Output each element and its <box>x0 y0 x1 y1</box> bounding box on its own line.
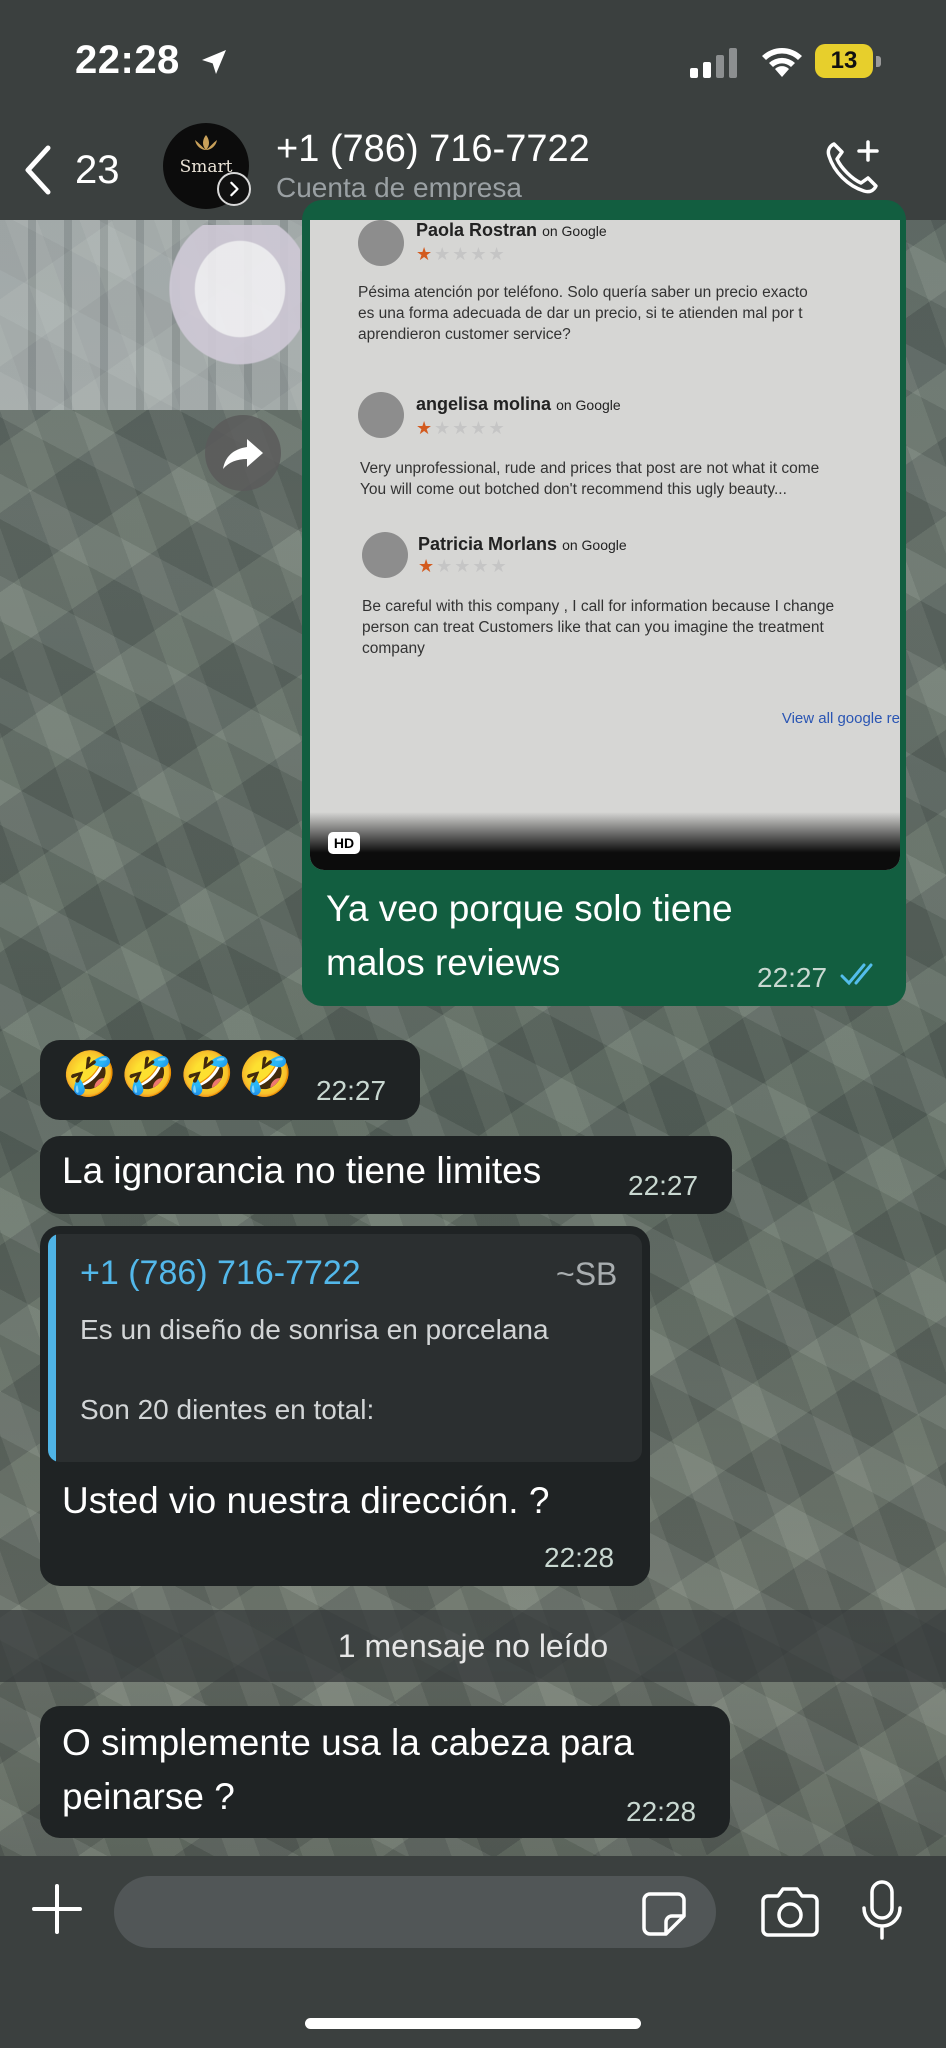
lotus-logo-icon <box>195 135 217 150</box>
camera-icon[interactable] <box>760 1884 820 1938</box>
add-call-icon[interactable] <box>822 138 882 198</box>
wallpaper-flower <box>150 225 300 385</box>
message-input[interactable] <box>114 1876 716 1948</box>
forward-button[interactable] <box>205 415 281 491</box>
plus-icon[interactable] <box>30 1882 84 1936</box>
business-badge-icon <box>217 172 251 206</box>
hd-badge: HD <box>328 832 360 854</box>
unread-chats-count[interactable]: 23 <box>75 148 120 193</box>
wifi-icon <box>762 48 802 77</box>
home-indicator <box>305 2018 641 2029</box>
sticker-icon[interactable] <box>640 1890 688 1938</box>
battery-icon: 13 <box>815 44 881 80</box>
message-composer <box>0 1856 946 2048</box>
quoted-text: Son 20 dientes en total: <box>80 1394 375 1425</box>
battery-level: 13 <box>815 44 873 78</box>
read-ticks-icon <box>840 963 873 986</box>
quoted-sender: +1 (786) 716-7722 <box>80 1254 361 1292</box>
quoted-alias: ~SB <box>556 1256 618 1292</box>
message-text: Usted vio nuestra dirección. ? <box>62 1480 550 1521</box>
message-time: 22:28 <box>626 1796 697 1827</box>
quoted-text: Es un diseño de sonrisa en porcelana <box>80 1314 549 1345</box>
message-time: 22:28 <box>544 1542 615 1573</box>
back-chevron-icon[interactable] <box>18 142 58 198</box>
message-time: 22:27 <box>628 1170 699 1201</box>
quoted-message[interactable]: +1 (786) 716-7722 ~SB Es un diseño de so… <box>48 1234 642 1462</box>
forward-icon <box>223 439 263 469</box>
status-bar: 22:28 13 <box>0 0 946 120</box>
photo-attachment[interactable]: Paola Rostran on Google ★★★★★ Pésima ate… <box>310 220 900 870</box>
message-time: 22:27 <box>316 1075 387 1106</box>
message-text: Ya veo porque solo tiene malos reviews <box>326 888 733 983</box>
emoji-text: 🤣🤣🤣🤣 <box>62 1050 298 1099</box>
unread-divider: 1 mensaje no leído <box>0 1610 946 1682</box>
contact-name[interactable]: +1 (786) 716-7722 <box>276 128 590 171</box>
signal-icon <box>690 48 737 78</box>
message-time: 22:27 <box>757 962 828 993</box>
status-time: 22:28 <box>75 38 180 82</box>
location-arrow-icon <box>202 50 226 74</box>
microphone-icon[interactable] <box>860 1880 904 1944</box>
view-all-reviews-link: View all google re <box>781 710 900 727</box>
message-text: O simplemente usa la cabeza para peinars… <box>62 1722 634 1817</box>
message-text: La ignorancia no tiene limites <box>62 1150 542 1191</box>
